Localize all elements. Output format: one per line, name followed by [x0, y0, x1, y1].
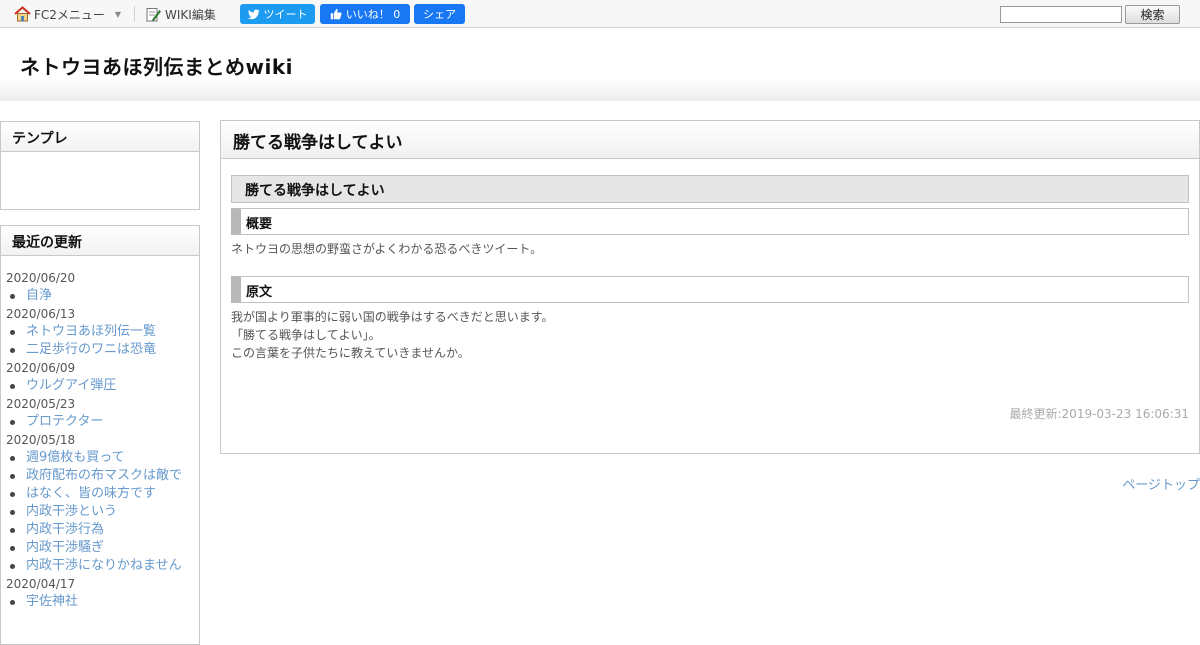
summary-heading: 概要 — [231, 208, 1189, 235]
like-label: いいね！ 0 — [345, 8, 401, 21]
update-link[interactable]: 内政干渉騒ぎ — [1, 539, 191, 557]
update-link[interactable]: 二足歩行のワニは恐竜 — [1, 341, 191, 359]
section-heading: 勝てる戦争はしてよい — [231, 175, 1189, 203]
recent-date-group: 2020/05/23 プロテクター — [1, 395, 199, 431]
like-button[interactable]: いいね！ 0 — [320, 4, 410, 24]
update-link[interactable]: 内政干渉になりかねません — [1, 557, 191, 575]
summary-text: ネトウヨの思想の野蛮さがよくわかる恐るべきツイート。 — [231, 242, 543, 256]
search-button[interactable]: 検索 — [1125, 5, 1180, 24]
tweet-button[interactable]: ツイート — [240, 4, 315, 24]
recent-date-group: 2020/06/20 自浄 — [1, 269, 199, 305]
thumbs-up-icon — [330, 9, 342, 20]
update-link[interactable]: 内政干渉行為 — [1, 521, 191, 539]
recent-date-group: 2020/06/09 ウルグアイ弾圧 — [1, 359, 199, 395]
sidebar-recent-heading: 最近の更新 — [1, 226, 199, 256]
last-updated: 最終更新:2019-03-23 16:06:31 — [1009, 407, 1190, 421]
update-link[interactable]: 政府配布の布マスクは敵で — [1, 467, 191, 485]
update-date: 2020/06/20 — [6, 271, 76, 285]
toolbar-divider — [134, 6, 135, 22]
page-top-link[interactable]: ページトップ — [1122, 474, 1200, 493]
update-link[interactable]: ウルグアイ弾圧 — [1, 377, 191, 395]
caret-down-icon: ▼ — [114, 9, 122, 19]
site-title[interactable]: ネトウヨあほ列伝まとめwiki — [20, 51, 293, 80]
update-date: 2020/06/09 — [6, 361, 76, 375]
site-header: ネトウヨあほ列伝まとめwiki — [0, 29, 1200, 101]
update-link[interactable]: 宇佐神社 — [1, 593, 191, 611]
sidebar-recent-updates: 最近の更新 2020/06/20 自浄 2020/06/13 ネトウヨあほ列伝一… — [0, 225, 200, 645]
recent-updates-list: 2020/06/20 自浄 2020/06/13 ネトウヨあほ列伝一覧 二足歩行… — [1, 256, 199, 611]
top-toolbar: FC2メニュー ▼ WIKI編集 ツイート いいね！ 0 シェア 検索 — [0, 0, 1200, 28]
page-title: 勝てる戦争はしてよい — [221, 121, 1199, 159]
share-label: シェア — [423, 8, 456, 21]
wiki-edit-label: WIKI編集 — [165, 7, 216, 22]
fc2-menu-label: FC2メニュー — [34, 7, 105, 22]
home-icon — [14, 6, 31, 22]
original-line: 「勝てる戦争はしてよい」。 — [231, 328, 381, 342]
twitter-bird-icon — [247, 9, 260, 19]
update-link[interactable]: 自浄 — [1, 287, 191, 305]
original-heading: 原文 — [231, 276, 1189, 303]
update-link[interactable]: ネトウヨあほ列伝一覧 — [1, 323, 191, 341]
recent-date-group: 2020/05/18 週9億枚も買って 政府配布の布マスクは敵で はなく、皆の味… — [1, 431, 199, 575]
update-link[interactable]: 週9億枚も買って — [1, 449, 191, 467]
recent-date-group: 2020/06/13 ネトウヨあほ列伝一覧 二足歩行のワニは恐竜 — [1, 305, 199, 359]
update-link[interactable]: プロテクター — [1, 413, 191, 431]
update-link[interactable]: 内政干渉という — [1, 503, 191, 521]
original-line: この言葉を子供たちに教えていきませんか。 — [231, 346, 470, 360]
fc2-menu[interactable]: FC2メニュー ▼ — [14, 6, 121, 22]
main-content: 勝てる戦争はしてよい 勝てる戦争はしてよい 概要 ネトウヨの思想の野蛮さがよくわ… — [220, 120, 1200, 454]
search-input[interactable] — [1000, 6, 1122, 23]
update-date: 2020/05/23 — [6, 397, 76, 411]
edit-icon — [146, 7, 161, 21]
original-text: 我が国より軍事的に弱い国の戦争はするべきだと思います。 「勝てる戦争はしてよい」… — [231, 308, 554, 362]
sidebar-template-heading: テンプレ — [1, 122, 199, 152]
update-link-continued[interactable]: はなく、皆の味方です — [1, 485, 191, 503]
update-date: 2020/04/17 — [6, 577, 76, 591]
share-button[interactable]: シェア — [414, 4, 465, 24]
update-date: 2020/06/13 — [6, 307, 76, 321]
wiki-edit-link[interactable]: WIKI編集 — [146, 6, 216, 22]
sidebar-template-box: テンプレ — [0, 121, 200, 210]
tweet-label: ツイート — [263, 8, 308, 21]
original-line: 我が国より軍事的に弱い国の戦争はするべきだと思います。 — [231, 310, 554, 324]
recent-date-group: 2020/04/17 宇佐神社 — [1, 575, 199, 611]
update-date: 2020/05/18 — [6, 433, 76, 447]
